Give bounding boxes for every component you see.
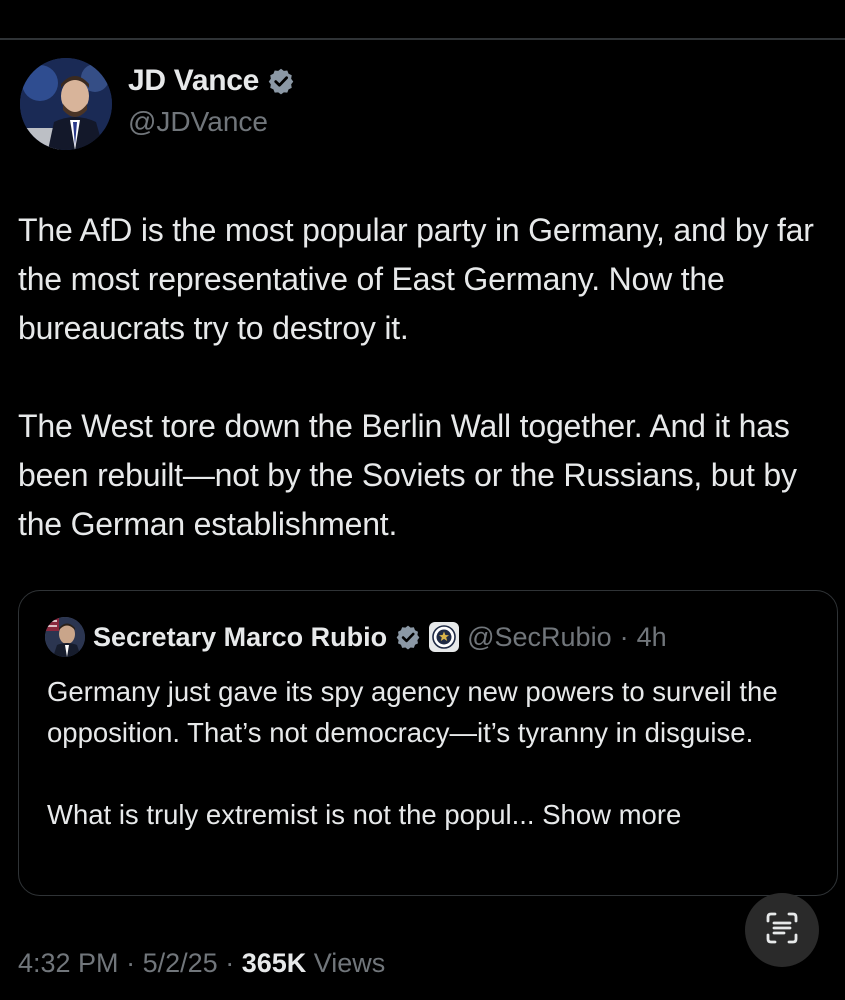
quoted-tweet-truncated-text: What is truly extremist is not the popul…: [47, 799, 535, 830]
author-name-row: JD Vance: [128, 64, 295, 98]
tweet-time[interactable]: 4:32 PM: [18, 948, 119, 978]
views-count[interactable]: 365K: [242, 948, 307, 978]
author-avatar[interactable]: [20, 58, 112, 150]
quoted-author-name[interactable]: Secretary Marco Rubio: [93, 622, 387, 653]
quoted-tweet-paragraph: Germany just gave its spy agency new pow…: [47, 676, 778, 748]
quoted-tweet-card[interactable]: Secretary Marco Rubio @SecRubio · 4h Ger…: [18, 590, 838, 896]
tweet-metadata: 4:32 PM · 5/2/25 · 365K Views: [18, 948, 385, 979]
author-handle[interactable]: @JDVance: [128, 106, 268, 138]
verified-badge-icon: [267, 67, 295, 95]
tweet-paragraph: The AfD is the most popular party in Ger…: [18, 212, 814, 346]
quoted-author-handle[interactable]: @SecRubio: [467, 622, 611, 653]
top-divider: [0, 38, 845, 40]
quoted-author-avatar[interactable]: [45, 617, 85, 657]
separator-dot: ·: [225, 948, 235, 978]
quoted-tweet-header: Secretary Marco Rubio @SecRubio · 4h: [45, 617, 667, 657]
government-seal-icon[interactable]: [429, 622, 460, 652]
quoted-tweet-text: Germany just gave its spy agency new pow…: [47, 671, 827, 835]
text-scan-icon: [762, 908, 802, 953]
text-scan-button[interactable]: [745, 893, 819, 967]
views-label: Views: [313, 948, 386, 978]
tweet-text: The AfD is the most popular party in Ger…: [18, 206, 840, 549]
verified-badge-icon: [395, 624, 421, 650]
tweet-date[interactable]: 5/2/25: [143, 948, 218, 978]
separator-dot: ·: [126, 948, 136, 978]
show-more-link[interactable]: Show more: [542, 799, 681, 830]
author-name[interactable]: JD Vance: [128, 64, 259, 98]
quoted-tweet-paragraph-truncated: What is truly extremist is not the popul…: [47, 794, 827, 835]
quoted-tweet-time[interactable]: 4h: [637, 622, 667, 653]
tweet-paragraph: The West tore down the Berlin Wall toget…: [18, 408, 797, 542]
separator-dot: ·: [619, 621, 629, 652]
